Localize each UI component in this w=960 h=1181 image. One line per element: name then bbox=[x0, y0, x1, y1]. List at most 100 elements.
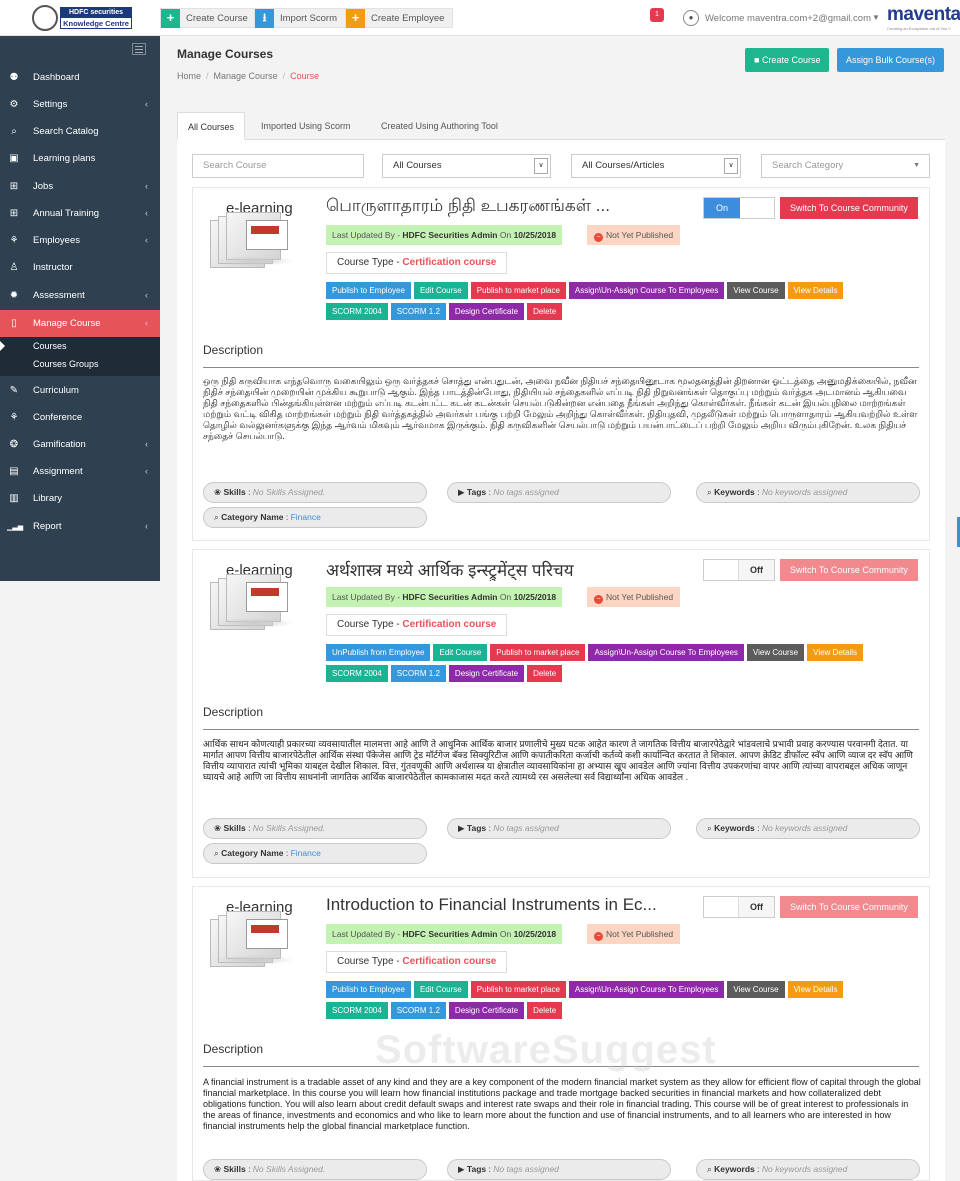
laptop-icon bbox=[246, 220, 288, 250]
course-thumbnail[interactable]: e-learning bbox=[208, 562, 303, 642]
course-type-box: Course Type - Certification course bbox=[326, 614, 508, 636]
market-button[interactable]: Publish to market place bbox=[470, 981, 566, 998]
sidebar-item-settings[interactable]: ⚙ Settings ‹ bbox=[0, 91, 160, 118]
publish-toggle-button[interactable]: UnPublish from Employee bbox=[326, 644, 431, 661]
last-updated-badge: Last Updated By - HDFC Securities Admin … bbox=[326, 587, 563, 607]
submenu-item-courses-groups[interactable]: Courses Groups bbox=[0, 355, 160, 373]
manage-course-icon: ▯ bbox=[11, 318, 17, 329]
scorm12-button[interactable]: SCORM 1.2 bbox=[390, 303, 446, 320]
sidebar-item-assignment[interactable]: ▤ Assignment ‹ bbox=[0, 458, 160, 485]
publish-toggle-button[interactable]: Publish to Employee bbox=[326, 282, 411, 299]
notification-bell-icon[interactable]: 1 bbox=[650, 8, 664, 22]
edit-button[interactable]: Edit Course bbox=[413, 282, 468, 299]
sidebar-item-library[interactable]: ▥ Library bbox=[0, 485, 160, 512]
last-updated-badge: Last Updated By - HDFC Securities Admin … bbox=[326, 924, 563, 944]
assign-button[interactable]: Assign\Un-Assign Course To Employees bbox=[568, 981, 725, 998]
tab-imported-scorm[interactable]: Imported Using Scorm bbox=[261, 112, 351, 140]
cert-button[interactable]: Design Certificate bbox=[448, 665, 525, 682]
sidebar-item-manage-course[interactable]: ▯ Manage Course ‹ bbox=[0, 310, 160, 337]
category-pill: ⌕ Category Name : Finance bbox=[203, 843, 427, 864]
market-button[interactable]: Publish to market place bbox=[490, 644, 586, 661]
scorm2004-button[interactable]: SCORM 2004 bbox=[326, 303, 388, 320]
details-button[interactable]: View Details bbox=[787, 981, 844, 998]
delete-button[interactable]: Delete bbox=[527, 303, 563, 320]
category-select[interactable]: Search Category ▼ bbox=[761, 154, 930, 178]
sidebar-item-instructor[interactable]: ♙ Instructor bbox=[0, 254, 160, 281]
sidebar-item-annual-training[interactable]: ⊞ Annual Training ‹ bbox=[0, 200, 160, 227]
tab-authoring-tool[interactable]: Created Using Authoring Tool bbox=[381, 112, 498, 140]
switch-community-button[interactable]: Switch To Course Community bbox=[780, 896, 918, 918]
laptop-icon bbox=[246, 582, 288, 612]
sidebar-item-jobs[interactable]: ⊞ Jobs ‹ bbox=[0, 173, 160, 200]
breadcrumb-home[interactable]: Home bbox=[177, 71, 201, 81]
switch-community-button[interactable]: Switch To Course Community bbox=[780, 197, 918, 219]
create-employee-button[interactable]: + Create Employee bbox=[345, 8, 454, 28]
cert-button[interactable]: Design Certificate bbox=[448, 1002, 525, 1019]
search-course-input[interactable]: Search Course bbox=[192, 154, 364, 178]
sidebar-item-search-catalog[interactable]: ⌕ Search Catalog bbox=[0, 118, 160, 145]
create-course-button[interactable]: ■ Create Course bbox=[745, 48, 830, 72]
submenu-item-courses[interactable]: Courses bbox=[0, 337, 160, 355]
publish-switch[interactable]: On bbox=[703, 197, 775, 219]
company-logo[interactable]: HDFC securities Knowledge Centre bbox=[32, 3, 132, 33]
course-thumbnail[interactable]: e-learning bbox=[208, 899, 303, 979]
course-select[interactable]: All Courses ∨ bbox=[382, 154, 551, 178]
welcome-text[interactable]: Welcome maventra.com+2@gmail.com bbox=[705, 13, 871, 24]
action-row: SCORM 2004 SCORM 1.2 Design Certificate Del… bbox=[326, 1002, 563, 1019]
scorm12-button[interactable]: SCORM 1.2 bbox=[390, 665, 446, 682]
sidebar-item-label: Search Catalog bbox=[33, 126, 99, 137]
scorm2004-button[interactable]: SCORM 2004 bbox=[326, 665, 388, 682]
sidebar-item-report[interactable]: ▁▃▅ Report ‹ bbox=[0, 513, 160, 540]
breadcrumb-manage-course[interactable]: Manage Course bbox=[214, 71, 278, 81]
delete-button[interactable]: Delete bbox=[527, 665, 563, 682]
chevron-left-icon: ‹ bbox=[145, 318, 148, 328]
sidebar-item-label: Report bbox=[33, 521, 62, 532]
scorm12-button[interactable]: SCORM 1.2 bbox=[390, 1002, 446, 1019]
description-text: आर्थिक साधन कोणत्याही प्रकारच्या व्यवसाय… bbox=[203, 739, 913, 782]
view-button[interactable]: View Course bbox=[727, 282, 785, 299]
switch-community-button[interactable]: Switch To Course Community bbox=[780, 559, 918, 581]
sidebar-item-employees[interactable]: ⚘ Employees ‹ bbox=[0, 227, 160, 254]
cert-button[interactable]: Design Certificate bbox=[448, 303, 525, 320]
details-button[interactable]: View Details bbox=[807, 644, 864, 661]
market-button[interactable]: Publish to market place bbox=[470, 282, 566, 299]
course-title[interactable]: अर्थशास्त्र मध्ये आर्थिक इन्स्ट्रुमेंट्स… bbox=[326, 558, 574, 581]
create-course-top-button[interactable]: + Create Course bbox=[160, 8, 257, 28]
chevron-left-icon: ‹ bbox=[145, 181, 148, 191]
assignment-icon: ▤ bbox=[9, 466, 19, 477]
publish-switch[interactable]: Off bbox=[703, 896, 775, 918]
assign-bulk-courses-button[interactable]: Assign Bulk Course(s) bbox=[837, 48, 945, 72]
publish-toggle-button[interactable]: Publish to Employee bbox=[326, 981, 411, 998]
sidebar-item-conference[interactable]: ⚘ Conference bbox=[0, 404, 160, 431]
publish-switch[interactable]: Off bbox=[703, 559, 775, 581]
edit-button[interactable]: Edit Course bbox=[413, 981, 468, 998]
delete-button[interactable]: Delete bbox=[527, 1002, 563, 1019]
keywords-pill: ⌕ Keywords : No keywords assigned bbox=[696, 1159, 920, 1180]
tab-all-courses[interactable]: All Courses bbox=[177, 112, 246, 140]
course-thumbnail[interactable]: e-learning bbox=[208, 200, 303, 280]
assign-button[interactable]: Assign\Un-Assign Course To Employees bbox=[568, 282, 725, 299]
course-title[interactable]: Introduction to Financial Instruments in… bbox=[326, 895, 657, 915]
details-button[interactable]: View Details bbox=[787, 282, 844, 299]
assign-button[interactable]: Assign\Un-Assign Course To Employees bbox=[588, 644, 744, 661]
view-button[interactable]: View Course bbox=[746, 644, 805, 661]
chevron-down-icon[interactable]: ▼ bbox=[872, 13, 880, 22]
sidebar-item-learning-plans[interactable]: ▣ Learning plans bbox=[0, 145, 160, 172]
sidebar-item-curriculum[interactable]: ✎ Curriculum bbox=[0, 377, 160, 404]
scorm2004-button[interactable]: SCORM 2004 bbox=[326, 1002, 388, 1019]
import-scorm-button[interactable]: ⭳ Import Scorm bbox=[254, 8, 347, 28]
tag-icon: ▶ bbox=[458, 487, 467, 497]
course-title[interactable]: பொருளாதாரம் நிதி உபகரணங்கள் ... bbox=[326, 196, 610, 218]
sidebar-item-dashboard[interactable]: ⚉ Dashboard bbox=[0, 64, 160, 91]
view-button[interactable]: View Course bbox=[727, 981, 785, 998]
chevron-down-icon: ∨ bbox=[724, 158, 738, 174]
learning-plans-icon: ▣ bbox=[9, 153, 19, 164]
sidebar-item-assessment[interactable]: ✹ Assessment ‹ bbox=[0, 282, 160, 309]
edit-button[interactable]: Edit Course bbox=[433, 644, 488, 661]
sidebar-item-label: Manage Course bbox=[33, 318, 101, 329]
user-avatar-icon[interactable]: ● bbox=[683, 10, 699, 26]
type-select[interactable]: All Courses/Articles ∨ bbox=[571, 154, 741, 178]
hamburger-menu-icon[interactable] bbox=[132, 43, 146, 55]
jobs-icon: ⊞ bbox=[9, 181, 19, 192]
sidebar-item-gamification[interactable]: ❂ Gamification ‹ bbox=[0, 431, 160, 458]
